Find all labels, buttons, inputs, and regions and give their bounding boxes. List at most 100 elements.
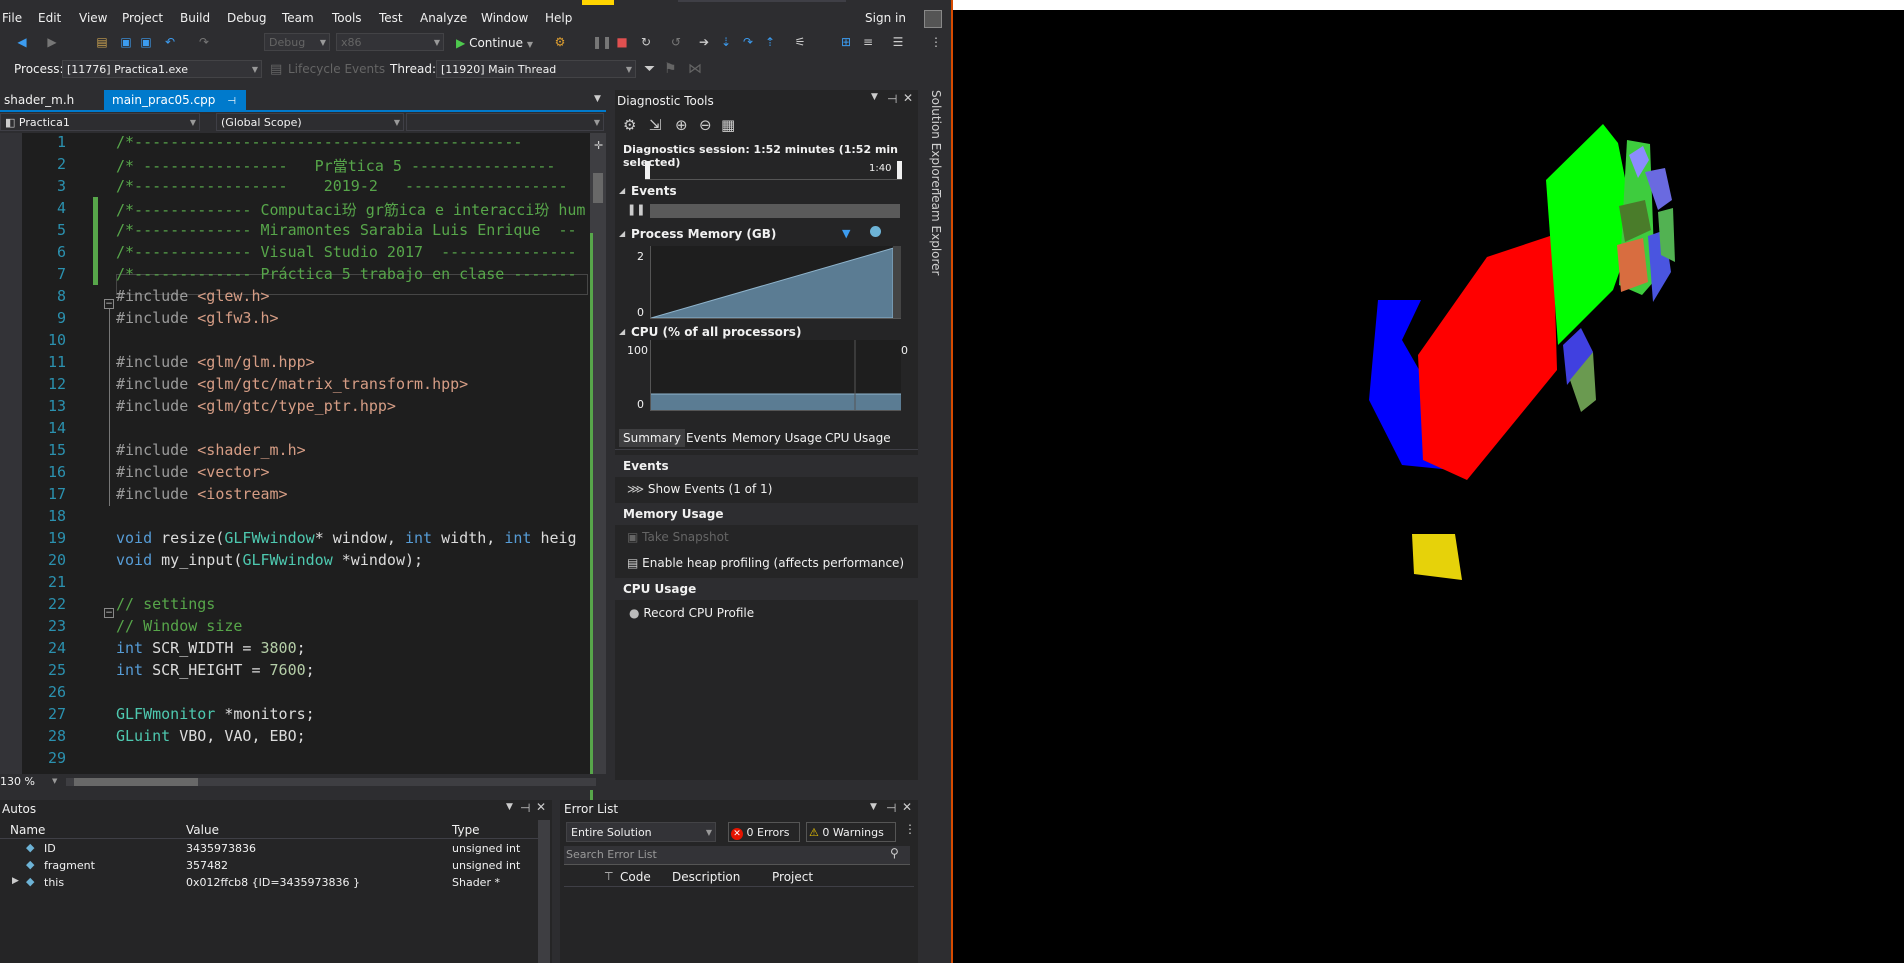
error-search-input[interactable]: Search Error List ⚲: [564, 846, 910, 865]
pin-icon[interactable]: ⊣: [887, 92, 897, 106]
configuration-dropdown[interactable]: Debug ▼: [264, 33, 330, 51]
tab-summary[interactable]: Summary: [619, 429, 685, 447]
process-dropdown[interactable]: [11776] Practica1.exe ▼: [62, 60, 262, 78]
thread-dropdown[interactable]: [11920] Main Thread ▼: [436, 60, 636, 78]
menu-view[interactable]: View: [79, 11, 107, 25]
hex-icon[interactable]: ⚟: [792, 34, 808, 50]
platform-dropdown[interactable]: x86 ▼: [336, 33, 444, 51]
settings-gear-icon[interactable]: ⚙: [623, 116, 636, 134]
zoom-level[interactable]: 130 %: [0, 775, 35, 788]
overflow-icon[interactable]: ⋮: [904, 822, 916, 836]
expand-icon[interactable]: ▶: [12, 876, 19, 886]
menu-window[interactable]: Window: [481, 11, 528, 25]
open-folder-icon[interactable]: ▤: [94, 34, 110, 50]
forward-icon[interactable]: ▶: [44, 34, 60, 50]
column-project[interactable]: Project: [772, 870, 813, 884]
code-editor[interactable]: 1 2 3 4 5 6 7 8 9 10 11 12 13 14 15 16 17 18 19 20 21 22 23 24 2…: [0, 133, 606, 853]
tab-overflow-icon[interactable]: ▼: [594, 94, 601, 104]
undo-icon[interactable]: ↶: [162, 34, 178, 50]
panel-menu-icon[interactable]: ▼: [870, 802, 877, 812]
take-snapshot-button[interactable]: ▣ Take Snapshot: [627, 530, 729, 544]
step-out-icon[interactable]: ⇡: [762, 34, 778, 50]
back-icon[interactable]: ◀: [14, 34, 30, 50]
timeline-left-handle[interactable]: [645, 161, 650, 179]
tab-cpu-usage[interactable]: CPU Usage: [825, 431, 891, 445]
show-next-statement-icon[interactable]: ↺: [668, 34, 684, 50]
sign-in-link[interactable]: Sign in: [865, 11, 906, 25]
flag-icon[interactable]: ⚑: [664, 61, 677, 77]
attach-icon[interactable]: ⚙: [552, 34, 568, 50]
tab-main-prac05-cpp[interactable]: main_prac05.cpp ⊣ ✕: [104, 90, 246, 129]
record-cpu-profile-button[interactable]: ● Record CPU Profile: [629, 606, 754, 620]
filter-icon[interactable]: ⏷: [644, 61, 655, 77]
restart-icon[interactable]: ↻: [638, 34, 654, 50]
warnings-filter-button[interactable]: ⚠ 0 Warnings: [806, 822, 896, 842]
split-icon[interactable]: ✛: [594, 139, 603, 157]
indent-icon[interactable]: ☰: [890, 34, 906, 50]
tab-events[interactable]: Events: [686, 431, 727, 445]
pin-icon[interactable]: ⊣: [227, 96, 236, 107]
error-scope-dropdown[interactable]: Entire Solution ▼: [566, 822, 716, 842]
menu-file[interactable]: File: [2, 11, 22, 25]
collapse-icon[interactable]: −: [104, 608, 114, 618]
sort-icon[interactable]: ⊤: [604, 870, 614, 883]
panel-menu-icon[interactable]: ▼: [506, 802, 513, 812]
collapse-triangle-icon[interactable]: ◢: [619, 186, 625, 195]
continue-button[interactable]: ▶ Continue ▼: [456, 34, 533, 52]
menu-team[interactable]: Team: [282, 11, 314, 25]
tab-memory-usage[interactable]: Memory Usage: [732, 431, 822, 445]
show-events-link[interactable]: ⋙ Show Events (1 of 1): [627, 482, 772, 496]
pin-icon[interactable]: ⊣: [886, 801, 896, 815]
stop-icon[interactable]: ■: [614, 34, 630, 50]
autos-scrollbar[interactable]: [538, 820, 550, 963]
pause-events-icon[interactable]: ❚❚: [627, 203, 645, 216]
panel-menu-icon[interactable]: ▼: [871, 92, 878, 102]
step-over-icon[interactable]: ⇣: [718, 34, 734, 50]
column-name[interactable]: Name: [10, 823, 45, 837]
step-into-icon[interactable]: ➔: [696, 34, 712, 50]
errors-filter-button[interactable]: ✕ 0 Errors: [728, 822, 800, 842]
account-icon[interactable]: [924, 10, 942, 28]
column-code[interactable]: Code: [620, 870, 651, 884]
pause-icon[interactable]: ❚❚: [592, 34, 612, 50]
save-icon[interactable]: ▣: [118, 34, 134, 50]
column-value[interactable]: Value: [186, 823, 219, 837]
menu-project[interactable]: Project: [122, 11, 163, 25]
heap-profiling-button[interactable]: ▤ Enable heap profiling (affects perform…: [627, 556, 904, 570]
member-dropdown[interactable]: ▼: [406, 113, 604, 131]
horizontal-scrollbar-thumb[interactable]: [74, 778, 198, 786]
project-dropdown[interactable]: ◧ Practica1 ▼: [0, 113, 200, 131]
scrollbar-thumb[interactable]: [593, 173, 603, 203]
step-over-alt-icon[interactable]: ↷: [740, 34, 756, 50]
close-icon[interactable]: ✕: [903, 91, 913, 105]
cpu-graph[interactable]: [650, 340, 901, 411]
stack-frame-icon[interactable]: ⋈: [688, 61, 702, 77]
horizontal-scrollbar[interactable]: [66, 778, 596, 786]
collapse-triangle-icon[interactable]: ◢: [619, 229, 625, 238]
menu-edit[interactable]: Edit: [38, 11, 61, 25]
close-icon[interactable]: ✕: [902, 800, 912, 814]
table-row[interactable]: ▶ ◆ this 0x012ffcb8 {ID=3435973836 } Sha…: [0, 874, 540, 891]
comment-icon[interactable]: ≡: [860, 34, 876, 50]
opengl-render-window[interactable]: [951, 0, 1904, 963]
quick-launch[interactable]: [678, 0, 846, 2]
memory-graph[interactable]: [650, 246, 901, 319]
table-row[interactable]: ◆ ID 3435973836 unsigned int: [0, 840, 540, 857]
redo-icon[interactable]: ↷: [196, 34, 212, 50]
search-icon[interactable]: ⚲: [890, 846, 899, 860]
timeline-right-handle[interactable]: [897, 161, 902, 179]
menu-analyze[interactable]: Analyze: [420, 11, 467, 25]
breakpoint-margin[interactable]: [0, 133, 22, 774]
export-icon[interactable]: ⇲: [649, 116, 662, 134]
column-type[interactable]: Type: [452, 823, 480, 837]
tab-shader-m-h[interactable]: shader_m.h: [0, 90, 110, 110]
save-all-icon[interactable]: ▣: [138, 34, 154, 50]
close-icon[interactable]: ✕: [536, 800, 546, 814]
menu-build[interactable]: Build: [180, 11, 210, 25]
zoom-out-icon[interactable]: ⊖: [699, 116, 712, 134]
zoom-in-icon[interactable]: ⊕: [675, 116, 688, 134]
menu-debug[interactable]: Debug: [227, 11, 266, 25]
scope-dropdown[interactable]: (Global Scope) ▼: [216, 113, 404, 131]
events-track[interactable]: [650, 204, 900, 218]
timeline-ruler[interactable]: 1:40: [645, 161, 902, 180]
